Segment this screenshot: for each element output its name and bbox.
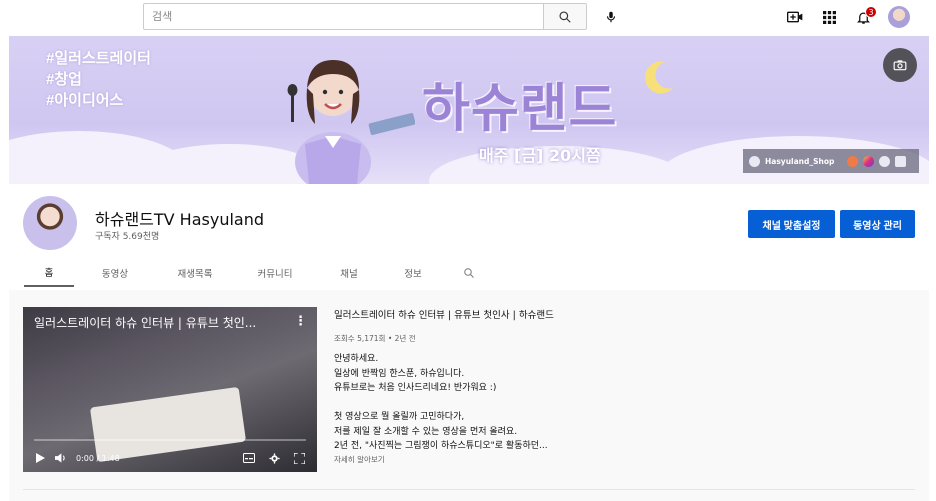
- shop-link-icon[interactable]: [847, 155, 859, 167]
- camera-icon: [893, 60, 907, 71]
- website-icon[interactable]: [879, 155, 891, 167]
- tab-search[interactable]: [444, 258, 494, 287]
- progress-bar[interactable]: [34, 439, 306, 441]
- banner-schedule: 매주 [금] 20시쯤: [479, 146, 601, 165]
- top-bar: 3: [0, 0, 936, 34]
- mic-icon: [606, 11, 615, 22]
- tab-about[interactable]: 정보: [382, 258, 444, 287]
- featured-video-title[interactable]: 일러스트레이터 하슈 인터뷰 | 유튜브 첫인사 | 하슈랜드: [334, 307, 894, 321]
- player-more-icon[interactable]: ⋮: [294, 314, 307, 329]
- tab-channels[interactable]: 채널: [316, 258, 382, 287]
- description-line: 첫 영상으로 뭘 올릴까 고민하다가,: [334, 412, 465, 422]
- description-line: 저를 제일 잘 소개할 수 있는 영상을 먼저 올려요.: [334, 426, 518, 437]
- featured-video-player[interactable]: 일러스트레이터 하슈 인터뷰 | 유튜브 첫인... ⋮ 0:00 / 1:48: [23, 307, 317, 472]
- instagram-icon[interactable]: [863, 155, 875, 167]
- play-icon: [36, 453, 45, 463]
- banner-link-shop[interactable]: Hasyuland_Shop: [765, 157, 834, 166]
- top-right-actions: 3: [778, 4, 910, 30]
- channel-banner: #일러스트레이터 #창업 #아이디어스 하슈랜드 매주 [금] 20시쯤 Has…: [9, 36, 929, 184]
- banner-illustration: [287, 60, 415, 184]
- read-more-link[interactable]: 자세히 알아보기: [334, 454, 894, 465]
- tab-community[interactable]: 커뮤니티: [234, 258, 316, 287]
- hashtag: #창업: [46, 71, 82, 88]
- tab-home[interactable]: 홈: [24, 258, 74, 287]
- description-line: 유튜브로는 처음 인사드리네요! 반가워요 :): [334, 383, 497, 393]
- create-button[interactable]: [778, 4, 812, 30]
- banner-hashtags: #일러스트레이터 #창업 #아이디어스: [46, 48, 151, 111]
- search-button[interactable]: [543, 3, 587, 30]
- apps-button[interactable]: [812, 4, 846, 30]
- subscriber-count: 구독자 5.69천명: [95, 232, 160, 242]
- volume-button[interactable]: [55, 453, 66, 463]
- volume-icon: [55, 453, 65, 463]
- channel-avatar[interactable]: [23, 196, 77, 250]
- featured-section: 일러스트레이터 하슈 인터뷰 | 유튜브 첫인... ⋮ 0:00 / 1:48…: [9, 290, 929, 501]
- featured-video-meta: 조회수 5,171회 • 2년 전: [334, 334, 416, 343]
- description-line: 안녕하세요.: [334, 354, 379, 364]
- search-icon: [559, 10, 571, 23]
- create-video-icon: [787, 11, 803, 23]
- apps-grid-icon: [822, 10, 836, 24]
- banner-links: Hasyuland_Shop: [743, 149, 919, 173]
- player-title[interactable]: 일러스트레이터 하슈 인터뷰 | 유튜브 첫인...: [34, 314, 256, 331]
- hashtag: #일러스트레이터: [46, 50, 151, 67]
- banner-brand-title: 하슈랜드: [422, 79, 618, 139]
- player-time: 0:00 / 1:48: [76, 453, 120, 463]
- search-icon: [464, 267, 474, 278]
- description-line: [334, 396, 894, 411]
- manage-videos-button[interactable]: 동영상 관리: [840, 210, 915, 238]
- description-line: 일상에 반짝임 한스푼, 하슈입니다.: [334, 368, 465, 379]
- notification-count-badge: 3: [865, 6, 877, 18]
- tab-playlists[interactable]: 재생목록: [156, 258, 234, 287]
- edit-banner-button[interactable]: [883, 48, 917, 82]
- notifications-button[interactable]: 3: [846, 4, 880, 30]
- subtitles-icon[interactable]: [243, 453, 255, 463]
- voice-search-button[interactable]: [597, 3, 624, 30]
- player-controls: 0:00 / 1:48: [23, 444, 317, 472]
- account-avatar[interactable]: [888, 6, 910, 28]
- channel-tabs: 홈 동영상 재생목록 커뮤니티 채널 정보: [24, 258, 494, 287]
- fullscreen-icon[interactable]: [294, 452, 305, 464]
- search-bar: [143, 3, 624, 30]
- customize-channel-button[interactable]: 채널 맞춤설정: [748, 210, 835, 238]
- globe-icon: [749, 155, 760, 167]
- featured-video-description: 안녕하세요. 일상에 반짝임 한스푼, 하슈입니다. 유튜브로는 처음 인사드리…: [334, 352, 894, 454]
- channel-name: 하슈랜드TV Hasyuland: [95, 210, 265, 229]
- tab-videos[interactable]: 동영상: [74, 258, 156, 287]
- section-divider: [23, 489, 915, 490]
- featured-video-info: 일러스트레이터 하슈 인터뷰 | 유튜브 첫인사 | 하슈랜드 조회수 5,17…: [334, 307, 894, 465]
- description-line: 2년 전, "사진찍는 그림쟁이 하슈스튜디오"로 활동하던...: [334, 441, 548, 451]
- search-input[interactable]: [143, 3, 543, 30]
- play-button[interactable]: [35, 453, 45, 463]
- hashtag: #아이디어스: [46, 92, 124, 109]
- settings-gear-icon[interactable]: [269, 452, 280, 464]
- blog-icon[interactable]: [895, 155, 907, 167]
- moon-icon: [644, 61, 673, 94]
